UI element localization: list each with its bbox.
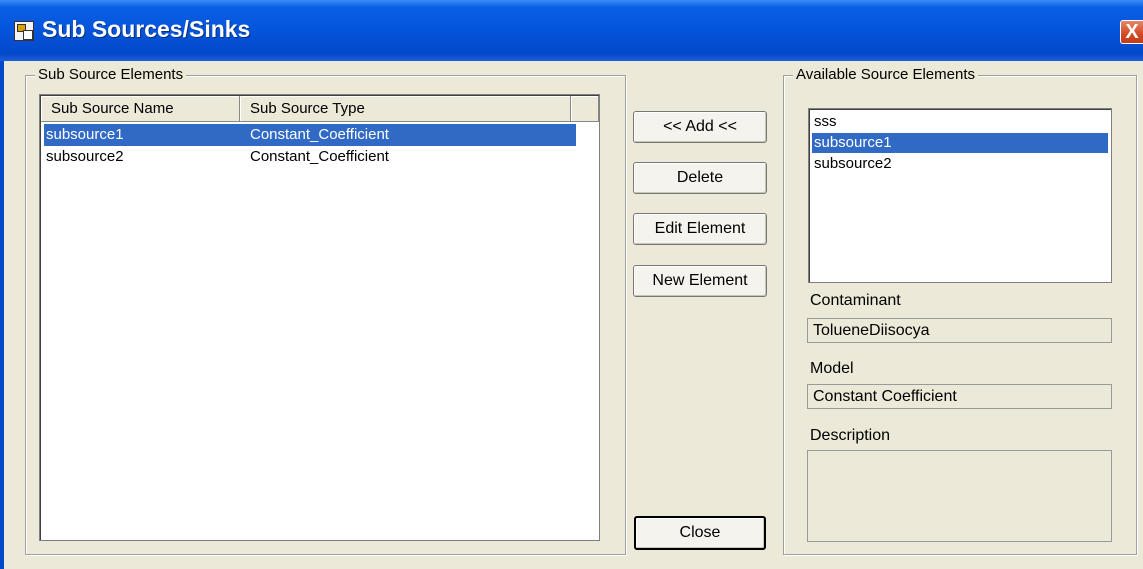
contaminant-field: TolueneDiisocya <box>807 318 1112 343</box>
description-label: Description <box>810 427 891 444</box>
delete-button[interactable]: Delete <box>633 162 767 194</box>
sub-source-type-cell: Constant_Coefficient <box>250 148 389 165</box>
sub-source-name-cell: subsource1 <box>46 126 124 143</box>
close-button[interactable]: Close <box>634 516 766 550</box>
list-item[interactable]: subsource1 <box>812 133 1108 153</box>
sub-source-name-cell: subsource2 <box>46 148 124 165</box>
window-title: Sub Sources/Sinks <box>42 16 251 42</box>
edit-element-button[interactable]: Edit Element <box>633 213 767 245</box>
available-source-elements-label: Available Source Elements <box>793 66 978 83</box>
list-item[interactable]: subsource2 <box>812 154 1108 174</box>
add-button[interactable]: << Add << <box>633 111 767 143</box>
app-window-icon[interactable] <box>14 21 34 41</box>
sub-source-type-cell: Constant_Coefficient <box>250 126 389 143</box>
new-element-button[interactable]: New Element <box>633 265 767 297</box>
description-field <box>807 450 1112 542</box>
contaminant-label: Contaminant <box>810 292 901 309</box>
model-field: Constant Coefficient <box>807 384 1112 409</box>
available-source-listbox[interactable]: sss subsource1 subsource2 <box>808 108 1112 283</box>
sub-source-list[interactable]: Sub Source Name Sub Source Type subsourc… <box>39 94 600 541</box>
list-header: Sub Source Name Sub Source Type <box>41 96 599 122</box>
title-bar[interactable]: Sub Sources/Sinks X <box>0 0 1143 61</box>
list-item[interactable]: sss <box>812 112 1108 132</box>
table-row[interactable]: subsource2 Constant_Coefficient <box>44 146 576 168</box>
window-close-button[interactable]: X <box>1120 20 1143 44</box>
sub-source-elements-label: Sub Source Elements <box>35 66 187 83</box>
column-header-type[interactable]: Sub Source Type <box>240 96 571 122</box>
model-label: Model <box>810 360 854 377</box>
column-header-name[interactable]: Sub Source Name <box>41 96 240 122</box>
window-frame-left <box>0 61 4 569</box>
table-row[interactable]: subsource1 Constant_Coefficient <box>44 124 576 146</box>
column-header-filler <box>571 96 599 122</box>
